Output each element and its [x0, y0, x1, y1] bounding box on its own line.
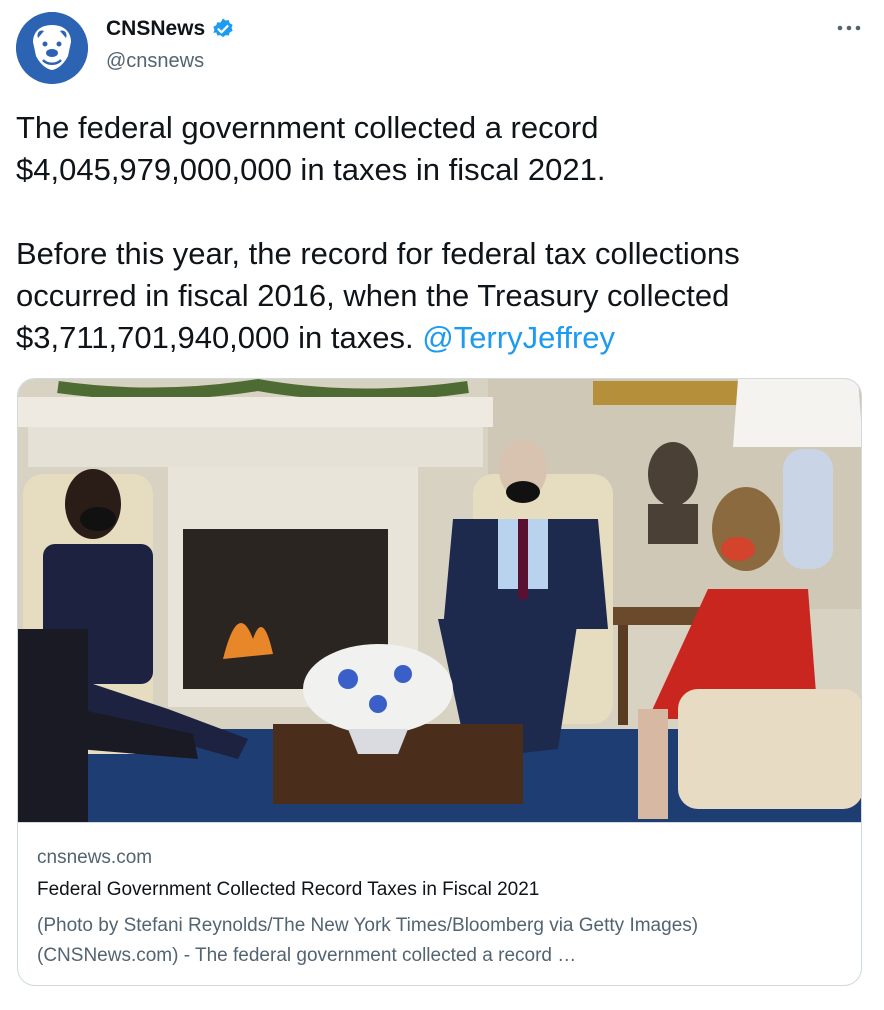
card-description: (Photo by Stefani Reynolds/The New York … [37, 915, 699, 966]
tweet-body: The federal government collected a recor… [16, 107, 856, 359]
tweet-paragraph-2: Before this year, the record for federal… [16, 233, 856, 359]
tweet-paragraph-2-text: Before this year, the record for federal… [16, 236, 740, 355]
link-card[interactable]: cnsnews.com Federal Government Collected… [17, 378, 862, 986]
card-domain: cnsnews.com [37, 847, 153, 868]
tweet-paragraph-1: The federal government collected a recor… [16, 110, 606, 187]
author-name-row: CNSNews [106, 17, 235, 41]
link-card-meta: cnsnews.com Federal Government Collected… [37, 847, 842, 971]
verified-badge-icon [211, 17, 235, 41]
author-display-name[interactable]: CNSNews [106, 17, 205, 41]
author-handle[interactable]: @cnsnews [106, 50, 204, 73]
bulldog-logo-icon [16, 12, 88, 84]
more-options-icon[interactable] [836, 20, 862, 36]
card-title[interactable]: Federal Government Collected Record Taxe… [37, 879, 842, 905]
mention-link[interactable]: @TerryJeffrey [422, 320, 615, 355]
author-avatar[interactable] [16, 12, 88, 84]
oval-office-meeting-photo[interactable] [18, 379, 861, 823]
